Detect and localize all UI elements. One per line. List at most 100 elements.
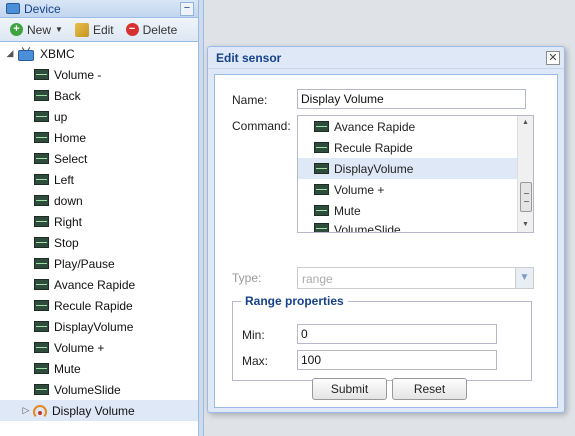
list-item-label: Avance Rapide — [334, 119, 416, 134]
tree-item-label: down — [54, 193, 83, 208]
tv-icon — [18, 46, 34, 61]
list-item[interactable]: Mute — [298, 200, 533, 221]
max-field[interactable] — [297, 350, 497, 370]
edit-icon — [74, 22, 89, 37]
sensor-icon — [34, 342, 49, 353]
delete-icon: − — [125, 23, 139, 36]
sensor-icon — [34, 90, 49, 101]
dialog-title: Edit sensor — [216, 50, 282, 65]
tree-item-sensor[interactable]: Stop — [0, 232, 198, 253]
sensor-icon — [314, 184, 329, 195]
sensor-icon — [314, 223, 329, 232]
scroll-up-icon[interactable]: ▲ — [518, 116, 533, 130]
tree-item-label: Select — [54, 151, 88, 166]
delete-button[interactable]: − Delete — [122, 20, 182, 40]
tree-item-sensor[interactable]: down — [0, 190, 198, 211]
close-icon[interactable]: ✕ — [546, 51, 560, 65]
tree-item-selected[interactable]: ▷ Display Volume — [0, 400, 198, 421]
submit-button[interactable]: Submit — [312, 378, 387, 400]
reset-button[interactable]: Reset — [392, 378, 467, 400]
sensor-icon — [34, 111, 49, 122]
tree-item-sensor[interactable]: Play/Pause — [0, 253, 198, 274]
tree-item-sensor[interactable]: Select — [0, 148, 198, 169]
min-label: Min: — [242, 328, 265, 342]
tree-item-sensor[interactable]: Volume - — [0, 64, 198, 85]
dialog-header[interactable]: Edit sensor — [208, 47, 564, 69]
sensor-icon — [314, 163, 329, 174]
type-label: Type: — [232, 271, 262, 285]
delete-button-label: Delete — [142, 22, 178, 37]
sensor-icon — [34, 237, 49, 248]
type-select[interactable]: range ▼ — [297, 267, 534, 289]
tree-item-label: Left — [54, 172, 75, 187]
tree-item-label: up — [54, 109, 68, 124]
sensor-icon — [314, 121, 329, 132]
tree-item-label: Avance Rapide — [54, 277, 136, 292]
device-tree: ◢ XBMC Volume - Back up Home Select Left… — [0, 42, 198, 421]
tree-item-label: Stop — [54, 235, 79, 250]
tree-item-label: Home — [54, 130, 87, 145]
sensor-icon — [314, 205, 329, 216]
scroll-thumb[interactable] — [520, 182, 532, 212]
tree-item-sensor[interactable]: Volume + — [0, 337, 198, 358]
tree-item-sensor[interactable]: DisplayVolume — [0, 316, 198, 337]
tree-item-sensor[interactable]: Recule Rapide — [0, 295, 198, 316]
panel-header: Device − — [0, 0, 198, 18]
tree-item-sensor[interactable]: VolumeSlide — [0, 379, 198, 400]
sensor-icon — [34, 174, 49, 185]
list-item[interactable]: Volume + — [298, 179, 533, 200]
expand-arrow-icon[interactable]: ▷ — [20, 405, 32, 416]
new-button-label: New — [27, 22, 52, 37]
tree-item-label: Volume + — [54, 340, 105, 355]
list-item[interactable]: Recule Rapide — [298, 137, 533, 158]
plus-icon: + — [10, 23, 23, 36]
sensor-icon — [34, 384, 49, 395]
scroll-down-icon[interactable]: ▼ — [518, 218, 533, 232]
range-properties-legend: Range properties — [241, 294, 348, 308]
tree-node-xbmc[interactable]: ◢ XBMC — [0, 43, 198, 64]
list-item-label: Volume + — [334, 182, 385, 197]
list-item[interactable]: VolumeSlide — [298, 221, 533, 233]
range-properties-fieldset: Range properties Min: Max: — [232, 294, 532, 381]
new-button[interactable]: + New ▼ — [6, 20, 67, 40]
name-label: Name: — [232, 93, 268, 107]
sensor-icon — [34, 153, 49, 164]
panel-title: Device — [24, 1, 61, 16]
tree-item-sensor[interactable]: up — [0, 106, 198, 127]
tree-item-sensor[interactable]: Avance Rapide — [0, 274, 198, 295]
device-panel: Device − + New ▼ Edit − Delete ◢ XBMC Vo… — [0, 0, 199, 436]
sensor-icon — [34, 321, 49, 332]
list-item[interactable]: Avance Rapide — [298, 116, 533, 137]
sensor-icon — [34, 69, 49, 80]
name-field[interactable] — [297, 89, 526, 109]
list-item-label: Recule Rapide — [334, 140, 413, 155]
chevron-down-icon[interactable]: ▼ — [515, 268, 533, 288]
device-icon — [6, 3, 20, 14]
chevron-down-icon[interactable]: ▼ — [55, 25, 63, 34]
list-item-label: VolumeSlide — [334, 223, 401, 233]
list-item-label: Mute — [334, 203, 361, 218]
collapse-button[interactable]: − — [180, 2, 194, 16]
min-field[interactable] — [297, 324, 497, 344]
sensor-icon — [34, 363, 49, 374]
collapse-arrow-icon[interactable]: ◢ — [4, 48, 16, 59]
dialog-body: Name: Command: Avance Rapide Recule Rapi… — [214, 74, 558, 408]
edit-button-label: Edit — [92, 22, 114, 37]
tree-item-label: Recule Rapide — [54, 298, 133, 313]
tree-item-sensor[interactable]: Left — [0, 169, 198, 190]
device-toolbar: + New ▼ Edit − Delete — [0, 18, 198, 42]
tree-item-label: Volume - — [54, 67, 102, 82]
tree-item-sensor[interactable]: Back — [0, 85, 198, 106]
tree-item-sensor[interactable]: Home — [0, 127, 198, 148]
sensor-icon — [34, 300, 49, 311]
splitter[interactable] — [199, 0, 204, 436]
command-list[interactable]: Avance Rapide Recule Rapide DisplayVolum… — [297, 115, 534, 233]
list-item-label: DisplayVolume — [334, 161, 414, 176]
tree-item-sensor[interactable]: Mute — [0, 358, 198, 379]
tree-item-sensor[interactable]: Right — [0, 211, 198, 232]
sensor-icon — [34, 195, 49, 206]
list-item-selected[interactable]: DisplayVolume — [298, 158, 533, 179]
edit-button[interactable]: Edit — [71, 20, 118, 40]
sensor-icon — [34, 216, 49, 227]
list-scrollbar[interactable]: ▲ ▼ — [517, 116, 533, 232]
